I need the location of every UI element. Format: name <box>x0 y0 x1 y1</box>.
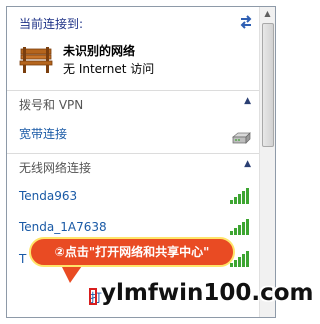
callout-text: ②点击"打开网络和共享中心" <box>54 245 210 259</box>
refresh-icon[interactable] <box>238 14 254 30</box>
wifi-item-tenda963[interactable]: Tenda963 <box>19 189 77 203</box>
connected-to-label: 当前连接到: <box>19 17 84 31</box>
highlight-box <box>89 288 97 305</box>
modem-icon <box>232 132 251 144</box>
wifi-item-tenda-1a7638[interactable]: Tenda_1A7638 <box>19 220 107 234</box>
current-network-name: 未识别的网络 <box>63 44 136 58</box>
instruction-callout: ②点击"打开网络和共享中心" <box>29 237 235 267</box>
section-header-wireless[interactable]: 无线网络连接 ▲ <box>7 153 261 179</box>
watermark-text: ylmfwin100.com <box>101 280 314 306</box>
chevron-up-icon[interactable]: ▲ <box>244 96 251 106</box>
current-network-status: 无 Internet 访问 <box>63 62 155 76</box>
signal-full-icon <box>230 219 249 235</box>
scroll-up-arrow-icon[interactable]: ▲ <box>260 7 275 21</box>
wifi-item-partial[interactable]: T <box>19 252 26 266</box>
chevron-up-icon[interactable]: ▲ <box>244 159 251 169</box>
scrollbar-thumb[interactable] <box>262 23 274 147</box>
bench-icon <box>19 47 53 73</box>
section-header-dialup[interactable]: 拨号和 VPN ▲ <box>7 90 261 116</box>
broadband-connection-link[interactable]: 宽带连接 <box>19 125 67 142</box>
signal-full-icon <box>230 188 249 204</box>
network-list: 当前连接到: 未识别的网络 无 Internet 访问 拨号和 VPN ▲ 宽带… <box>7 7 261 317</box>
network-flyout-panel: 当前连接到: 未识别的网络 无 Internet 访问 拨号和 VPN ▲ 宽带… <box>6 6 276 318</box>
vertical-scrollbar[interactable]: ▲ <box>259 7 275 317</box>
section-title-dialup: 拨号和 VPN <box>19 98 84 112</box>
section-title-wireless: 无线网络连接 <box>19 161 92 175</box>
